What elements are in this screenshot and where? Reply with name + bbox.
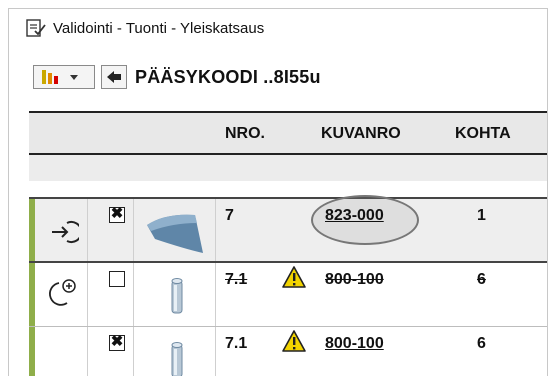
kuvanro-cell: 800-100 [325,271,384,288]
table-row[interactable]: ✖ 7.1 800-100 6 [29,327,547,376]
return-arrow-icon [107,71,121,83]
parts-table: NRO. KUVANRO KOHTA ✖ 7 823-000 1 7.1 800… [29,111,547,376]
cylinder-thumbnail [171,278,183,314]
status-bar [29,327,35,376]
nro-cell: 7.1 [225,335,248,352]
back-button[interactable] [101,65,127,89]
chart-view-button[interactable] [33,65,95,89]
status-bar [29,199,35,261]
table-row[interactable]: 7.1 800-100 6 [29,263,547,327]
add-rotate-icon[interactable] [47,277,79,307]
row-checkbox[interactable]: ✖ [109,206,125,223]
table-header: NRO. KUVANRO KOHTA [29,111,547,155]
kohta-cell: 1 [477,207,486,224]
cylinder-thumbnail [171,342,183,376]
column-header-nro[interactable]: NRO. [225,125,265,143]
row-checkbox[interactable]: ✖ [109,334,125,351]
kuvanro-link[interactable]: 823-000 [325,207,384,225]
column-header-kuvanro[interactable]: KUVANRO [321,125,401,143]
kohta-cell: 6 [477,271,486,288]
warning-icon [282,266,306,288]
window-title: Validointi - Tuonti - Yleiskatsaus [53,19,265,37]
kuvanro-link[interactable]: 800-100 [325,335,384,353]
document-check-icon [26,19,46,37]
warning-icon [282,330,306,352]
group-row [29,155,547,181]
access-code-title: PÄÄSYKOODI ..8I55u [135,66,321,87]
column-header-kohta[interactable]: KOHTA [455,125,511,143]
row-checkbox[interactable] [109,271,125,287]
bar-chart-dropdown-icon [42,70,78,84]
table-row[interactable]: ✖ 7 823-000 1 [29,195,547,263]
curved-panel-thumbnail [147,214,203,253]
title-bar: Validointi - Tuonti - Yleiskatsaus [9,9,547,47]
arrow-into-circle-icon[interactable] [49,219,79,245]
status-bar [29,263,35,326]
app-window: Validointi - Tuonti - Yleiskatsaus PÄÄSY… [8,8,548,376]
nro-cell: 7 [225,207,234,224]
nro-cell: 7.1 [225,271,248,288]
toolbar: PÄÄSYKOODI ..8I55u [9,59,547,95]
kohta-cell: 6 [477,335,486,352]
